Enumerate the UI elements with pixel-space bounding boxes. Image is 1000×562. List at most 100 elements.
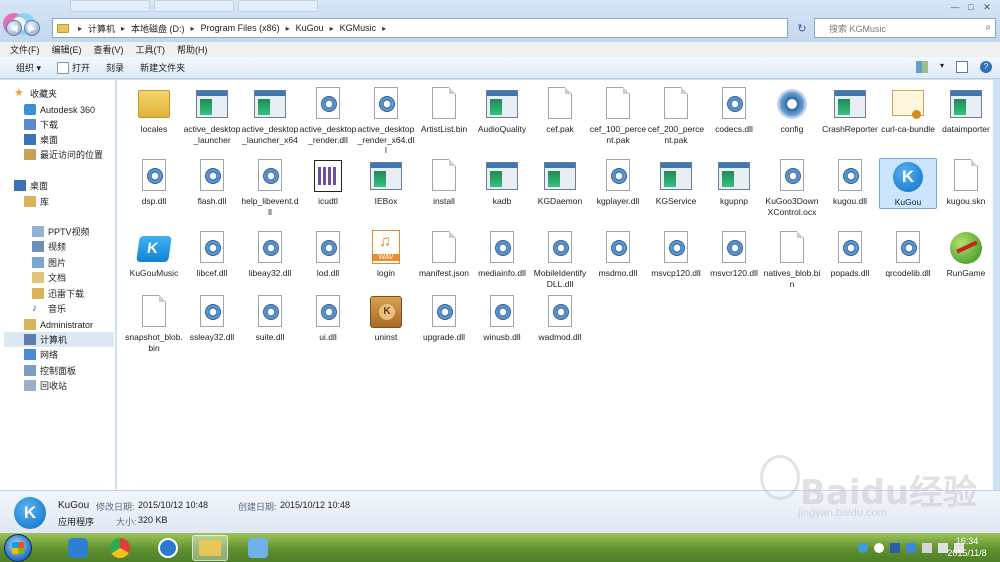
new-folder-button[interactable]: 新建文件夹	[132, 61, 193, 74]
file-item[interactable]: cef.pak	[531, 86, 589, 135]
refresh-button[interactable]: ↻	[792, 18, 812, 38]
maximize-button[interactable]: □	[964, 1, 978, 13]
view-mode-icon[interactable]	[915, 61, 928, 73]
sidebar-item-documents[interactable]: 文档	[32, 270, 66, 285]
background-tab[interactable]	[238, 0, 318, 12]
taskbar-clock[interactable]: 16:34 2015/11/8	[938, 535, 996, 559]
back-button[interactable]: ◀	[6, 20, 22, 36]
start-button[interactable]	[4, 534, 32, 562]
file-item[interactable]: flash.dll	[183, 158, 241, 207]
sidebar-item-thunder[interactable]: 迅雷下载	[32, 286, 84, 301]
background-tab[interactable]	[154, 0, 234, 12]
menu-view[interactable]: 查看(V)	[88, 43, 130, 56]
file-item[interactable]: KuGoo3DownXControl.ocx	[763, 158, 821, 217]
file-item[interactable]: natives_blob.bin	[763, 230, 821, 289]
open-button[interactable]: 打开	[49, 61, 98, 74]
menu-file[interactable]: 文件(F)	[4, 43, 46, 56]
breadcrumb-drive[interactable]: 本地磁盘 (D:)	[128, 22, 188, 35]
tray-ime-icon[interactable]	[890, 542, 900, 553]
chevron-down-icon[interactable]: ▾	[940, 61, 944, 73]
file-item[interactable]: codecs.dll	[705, 86, 763, 135]
breadcrumb-kugou[interactable]: KuGou	[293, 23, 327, 33]
taskbar-app-cloud[interactable]	[60, 535, 96, 561]
tray-shield-icon[interactable]	[906, 542, 916, 553]
search-icon[interactable]: ⌕	[985, 22, 991, 33]
file-item[interactable]: dataimporter	[937, 86, 995, 135]
organize-button[interactable]: 组织 ▾	[8, 61, 49, 74]
background-tab[interactable]	[70, 0, 150, 12]
tray-network-icon[interactable]	[922, 542, 932, 553]
file-item[interactable]: dsp.dll	[125, 158, 183, 207]
breadcrumb-kgmusic[interactable]: KGMusic	[337, 23, 380, 33]
sidebar-item-pictures[interactable]: 图片	[32, 255, 66, 270]
file-item[interactable]: libeay32.dll	[241, 230, 299, 279]
file-item[interactable]: RunGame	[937, 230, 995, 279]
file-item[interactable]: kadb	[473, 158, 531, 207]
file-item[interactable]: active_desktop_render.dll	[299, 86, 357, 145]
preview-pane-icon[interactable]	[956, 61, 968, 73]
minimize-button[interactable]: —	[948, 1, 962, 13]
search-input[interactable]: 搜索 KGMusic ⌕	[814, 18, 996, 38]
taskbar-app-browser[interactable]	[102, 535, 138, 561]
file-item[interactable]: kugou.skn	[937, 158, 995, 207]
sidebar-recycle-bin[interactable]: 回收站	[24, 378, 67, 393]
sidebar-item-music[interactable]: ♪ 音乐	[32, 301, 66, 316]
file-item[interactable]: active_desktop_render_x64.dll	[357, 86, 415, 156]
breadcrumb-program-files[interactable]: Program Files (x86)	[198, 23, 283, 33]
sidebar-item-videos[interactable]: 视频	[32, 239, 66, 254]
file-item[interactable]: ui.dll	[299, 294, 357, 343]
menu-help[interactable]: 帮助(H)	[171, 43, 214, 56]
file-item[interactable]: cef_100_percent.pak	[589, 86, 647, 145]
file-item[interactable]: ssleay32.dll	[183, 294, 241, 343]
menu-tools[interactable]: 工具(T)	[130, 43, 172, 56]
sidebar-item-recent[interactable]: 最近访问的位置	[24, 147, 103, 162]
file-item[interactable]: KGDaemon	[531, 158, 589, 207]
close-button[interactable]: ✕	[980, 1, 994, 13]
file-item[interactable]: wadmod.dll	[531, 294, 589, 343]
file-item[interactable]: manifest.json	[415, 230, 473, 279]
file-item[interactable]: lod.dll	[299, 230, 357, 279]
file-item[interactable]: libcef.dll	[183, 230, 241, 279]
file-item[interactable]: winusb.dll	[473, 294, 531, 343]
file-item[interactable]: K KuGou	[879, 158, 937, 209]
file-item[interactable]: install	[415, 158, 473, 207]
file-item[interactable]: MobileIdentifyDLL.dll	[531, 230, 589, 289]
tray-qq-icon[interactable]	[874, 542, 884, 553]
file-item[interactable]: active_desktop_launcher_x64	[241, 86, 299, 145]
file-item[interactable]: icudtl	[299, 158, 357, 207]
file-item[interactable]: msvcr120.dll	[705, 230, 763, 279]
file-item[interactable]: KuGouMusic	[125, 230, 183, 279]
file-item[interactable]: snapshot_blob.bin	[125, 294, 183, 353]
file-item[interactable]: curl-ca-bundle	[879, 86, 937, 135]
file-item[interactable]: cef_200_percent.pak	[647, 86, 705, 145]
sidebar-favorites[interactable]: ★ 收藏夹	[14, 86, 57, 101]
file-item[interactable]: help_libevent.dll	[241, 158, 299, 217]
file-item[interactable]: kugou.dll	[821, 158, 879, 207]
file-item[interactable]: kgplayer.dll	[589, 158, 647, 207]
file-item[interactable]: upgrade.dll	[415, 294, 473, 343]
file-item[interactable]: KGService	[647, 158, 705, 207]
file-item[interactable]: active_desktop_launcher	[183, 86, 241, 145]
taskbar-app-media[interactable]	[150, 535, 186, 561]
breadcrumb-computer[interactable]: 计算机	[85, 22, 118, 35]
file-item[interactable]: kgupnp	[705, 158, 763, 207]
sidebar-computer[interactable]: 计算机	[4, 332, 114, 347]
file-item[interactable]: popads.dll	[821, 230, 879, 279]
file-item[interactable]: msdmo.dll	[589, 230, 647, 279]
file-item[interactable]: config	[763, 86, 821, 135]
sidebar-item-autodesk[interactable]: Autodesk 360	[24, 102, 95, 117]
file-item[interactable]: ArtistList.bin	[415, 86, 473, 135]
menu-edit[interactable]: 编辑(E)	[46, 43, 88, 56]
file-item[interactable]: CrashReporter	[821, 86, 879, 135]
sidebar-library[interactable]: 库	[24, 194, 49, 209]
sidebar-network[interactable]: 网络	[24, 347, 58, 362]
address-bar[interactable]: ▸ 计算机 ▸ 本地磁盘 (D:) ▸ Program Files (x86) …	[52, 18, 788, 38]
forward-button[interactable]: ▶	[24, 20, 40, 36]
file-item[interactable]: msvcp120.dll	[647, 230, 705, 279]
taskbar-app-contacts[interactable]	[240, 535, 276, 561]
tray-app-icon[interactable]	[858, 542, 868, 553]
sidebar-desktop-root[interactable]: 桌面	[14, 178, 48, 193]
burn-button[interactable]: 刻录	[98, 61, 132, 74]
sidebar-administrator[interactable]: Administrator	[24, 317, 93, 332]
taskbar-app-explorer[interactable]	[192, 535, 228, 561]
